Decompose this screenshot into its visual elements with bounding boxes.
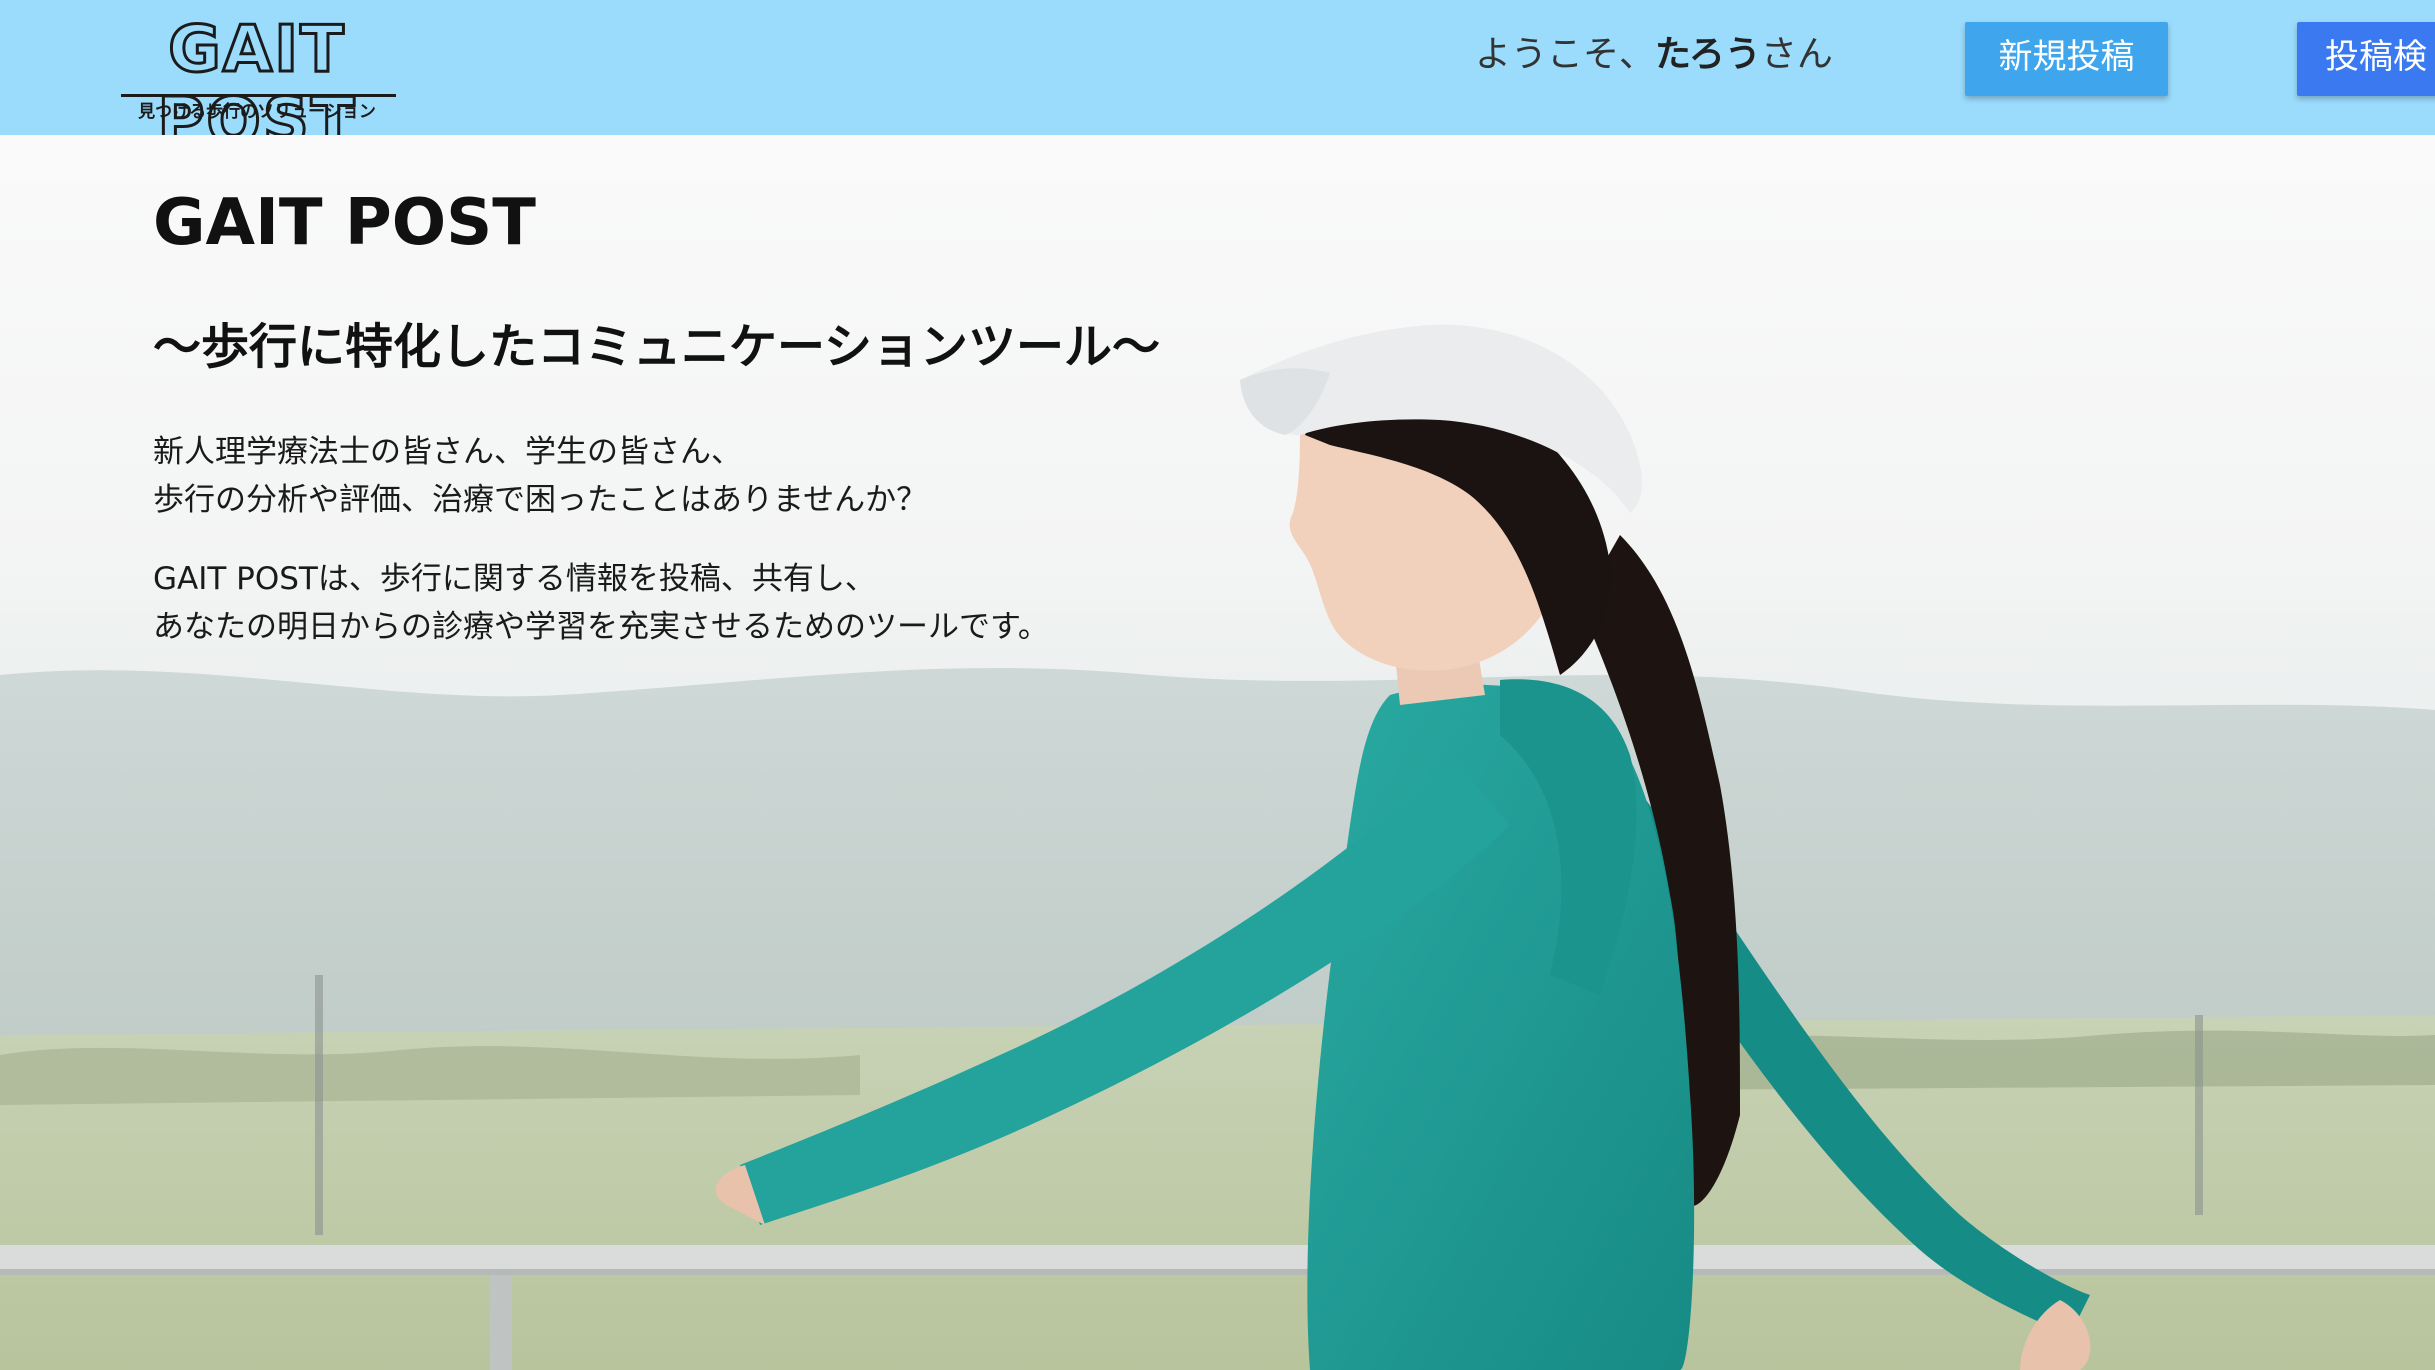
hero-section: GAIT POST 〜歩行に特化したコミュニケーションツール〜 新人理学療法士の… (0, 135, 2435, 1370)
hero-paragraph-1-line-2: 歩行の分析や評価、治療で困ったことはありませんか？ (153, 482, 928, 518)
logo-tagline: 見つける歩行のソリューション (138, 102, 376, 122)
hero-paragraph-1: 新人理学療法士の皆さん、学生の皆さん、 歩行の分析や評価、治療で困ったことはあり… (153, 428, 927, 524)
welcome-prefix: ようこそ、 (1475, 34, 1656, 75)
hero-title: GAIT POST (153, 186, 536, 260)
hero-paragraph-2: GAIT POSTは、歩行に関する情報を投稿、共有し、 あなたの明日からの診療や… (153, 555, 1049, 651)
hero-paragraph-2-line-2: あなたの明日からの診療や学習を充実させるためのツールです。 (153, 609, 1049, 645)
site-header: GAIT POST 見つける歩行のソリューション ようこそ、たろうさん 新規投稿… (0, 0, 2435, 160)
new-post-button[interactable]: 新規投稿 (1965, 22, 2168, 96)
logo-divider (121, 94, 396, 97)
site-logo[interactable]: GAIT POST 見つける歩行のソリューション (66, 13, 448, 160)
hero-paragraph-2-line-1: GAIT POSTは、歩行に関する情報を投稿、共有し、 (153, 561, 876, 597)
hero-paragraph-1-line-1: 新人理学療法士の皆さん、学生の皆さん、 (153, 434, 742, 470)
hero-subtitle: 〜歩行に特化したコミュニケーションツール〜 (153, 319, 1161, 375)
welcome-suffix: さん (1760, 34, 1833, 75)
welcome-message: ようこそ、たろうさん (1475, 30, 1833, 80)
post-search-button[interactable]: 投稿検 (2297, 22, 2435, 96)
user-name: たろう (1655, 34, 1761, 75)
